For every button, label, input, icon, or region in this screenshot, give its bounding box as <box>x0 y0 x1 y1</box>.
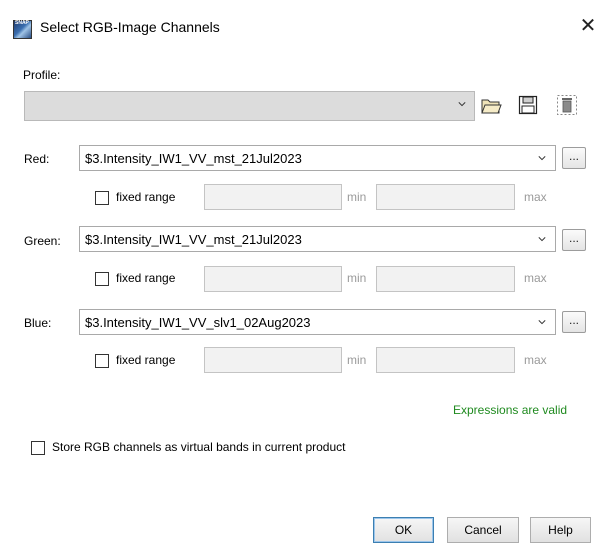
profile-label: Profile: <box>23 68 61 82</box>
red-min-field[interactable] <box>204 184 342 210</box>
blue-min-field[interactable] <box>204 347 342 373</box>
red-channel-value: $3.Intensity_IW1_VV_mst_21Jul2023 <box>85 151 302 166</box>
blue-max-field[interactable] <box>376 347 515 373</box>
chevron-down-icon <box>538 320 546 325</box>
green-max-label: max <box>524 271 547 285</box>
red-min-label: min <box>347 190 367 204</box>
chevron-down-icon <box>538 156 546 161</box>
chevron-down-icon <box>538 237 546 242</box>
red-max-label: max <box>524 190 547 204</box>
blue-fixed-range-label: fixed range <box>116 353 176 367</box>
snap-app-icon: SNAP <box>13 20 32 39</box>
save-icon[interactable] <box>517 94 539 116</box>
blue-max-label: max <box>524 353 547 367</box>
green-channel-value: $3.Intensity_IW1_VV_mst_21Jul2023 <box>85 232 302 247</box>
store-virtual-bands-checkbox[interactable] <box>31 441 45 455</box>
green-label: Green: <box>24 234 61 248</box>
ok-button[interactable]: OK <box>373 517 434 543</box>
red-channel-combo[interactable]: $3.Intensity_IW1_VV_mst_21Jul2023 <box>79 145 556 171</box>
green-max-field[interactable] <box>376 266 515 292</box>
chevron-down-icon <box>458 102 466 107</box>
store-virtual-bands-label: Store RGB channels as virtual bands in c… <box>52 440 346 454</box>
green-min-label: min <box>347 271 367 285</box>
blue-channel-combo[interactable]: $3.Intensity_IW1_VV_slv1_02Aug2023 <box>79 309 556 335</box>
red-fixed-range-checkbox[interactable] <box>95 191 109 205</box>
red-expression-editor-button[interactable]: ... <box>562 147 586 169</box>
delete-icon[interactable] <box>556 94 578 116</box>
cancel-button[interactable]: Cancel <box>447 517 519 543</box>
window-title: Select RGB-Image Channels <box>40 19 220 35</box>
green-fixed-range-checkbox[interactable] <box>95 272 109 286</box>
close-button[interactable]: ✕ <box>576 15 600 39</box>
blue-fixed-range-checkbox[interactable] <box>95 354 109 368</box>
red-max-field[interactable] <box>376 184 515 210</box>
blue-channel-value: $3.Intensity_IW1_VV_slv1_02Aug2023 <box>85 315 311 330</box>
green-channel-combo[interactable]: $3.Intensity_IW1_VV_mst_21Jul2023 <box>79 226 556 252</box>
profile-dropdown[interactable] <box>24 91 475 121</box>
help-button[interactable]: Help <box>530 517 591 543</box>
red-fixed-range-label: fixed range <box>116 190 176 204</box>
validation-status: Expressions are valid <box>453 403 568 417</box>
red-label: Red: <box>24 152 50 166</box>
green-fixed-range-label: fixed range <box>116 271 176 285</box>
open-folder-icon[interactable] <box>480 94 502 116</box>
green-min-field[interactable] <box>204 266 342 292</box>
blue-min-label: min <box>347 353 367 367</box>
blue-label: Blue: <box>24 316 52 330</box>
green-expression-editor-button[interactable]: ... <box>562 229 586 251</box>
blue-expression-editor-button[interactable]: ... <box>562 311 586 333</box>
